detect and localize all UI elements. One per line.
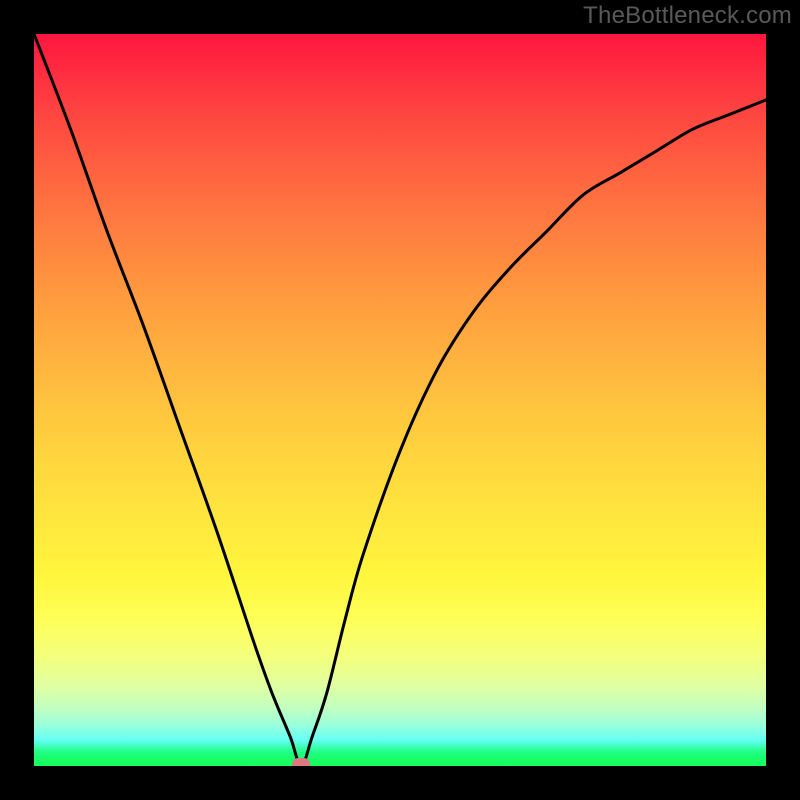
minimum-marker [292, 758, 310, 766]
plot-area [34, 34, 766, 766]
watermark-text: TheBottleneck.com [583, 2, 792, 30]
bottleneck-curve [34, 34, 766, 766]
chart-frame: TheBottleneck.com [0, 0, 800, 800]
